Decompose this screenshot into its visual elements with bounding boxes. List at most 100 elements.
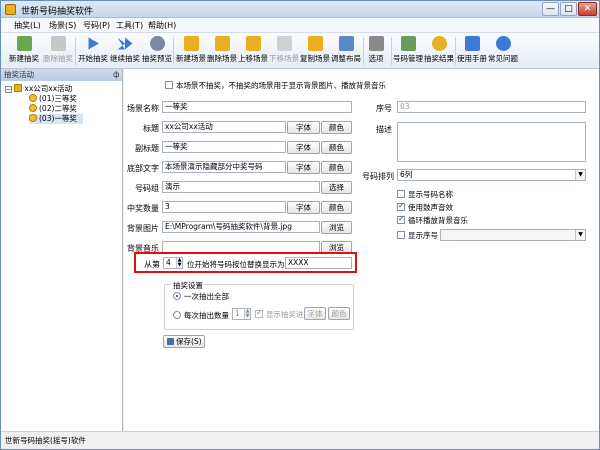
bg-image-input[interactable]: E:\MProgram\号码抽奖软件\背景.jpg — [162, 221, 320, 233]
footer-font-button[interactable]: 字体 — [287, 161, 320, 174]
each-count-value: 1 — [235, 309, 240, 318]
show-seq-checkbox[interactable] — [397, 231, 405, 239]
number-management-button[interactable]: 号码管理 — [393, 35, 423, 67]
move-down-scene-button[interactable]: 下移场景 — [269, 35, 299, 67]
title-color-button[interactable]: 颜色 — [321, 121, 352, 134]
menu-scene[interactable]: 场景(S) — [49, 20, 76, 31]
subtitle-label: 副标题 — [135, 144, 159, 153]
delete-lottery-button[interactable]: 删除抽奖 — [43, 35, 73, 67]
lottery-preview-button[interactable]: 抽奖预览 — [142, 35, 172, 67]
manual-label: 使用手册 — [457, 54, 487, 63]
maximize-button[interactable]: □ — [560, 2, 577, 16]
lottery-result-button[interactable]: 抽奖结果 — [424, 35, 454, 67]
save-button[interactable]: 保存(S) — [163, 335, 205, 348]
new-lottery-button[interactable]: 新建抽奖 — [9, 35, 39, 67]
new-scene-button[interactable]: 新建场景 — [176, 35, 206, 67]
show-progress-checkbox[interactable] — [255, 308, 263, 318]
activity-panel: 抽奖活动 ф − xx公司xx活动 (01)三等奖 (02)二等奖 (03)一等… — [1, 69, 123, 431]
arrange-select[interactable]: 6列 ▼ — [397, 169, 586, 181]
options-button[interactable]: 选项 — [365, 35, 387, 67]
delete-icon — [50, 36, 66, 51]
group-label: 号码组 — [135, 184, 159, 193]
subtitle-font-button[interactable]: 字体 — [287, 141, 320, 154]
footer-label: 底部文字 — [127, 164, 159, 173]
tree-root[interactable]: − xx公司xx活动 — [5, 84, 72, 94]
desc-textarea[interactable] — [397, 122, 586, 162]
adjust-layout-button[interactable]: 调整布局 — [331, 35, 361, 67]
close-button[interactable]: ✕ — [578, 2, 597, 16]
toolbar-separator — [173, 37, 174, 65]
count-color-button[interactable]: 颜色 — [321, 201, 352, 214]
menu-lottery[interactable]: 抽奖(L) — [14, 20, 41, 31]
no-lottery-checkbox[interactable] — [165, 81, 173, 89]
toolbar-separator — [455, 37, 456, 65]
from-position-stepper[interactable]: 4 ▲ ▼ — [163, 257, 183, 269]
from-label: 从第 — [144, 260, 160, 269]
number-mgmt-label: 号码管理 — [393, 54, 423, 63]
activity-icon — [14, 84, 23, 92]
menu-help[interactable]: 帮助(H) — [148, 20, 176, 31]
loop-music-checkbox[interactable] — [397, 214, 405, 224]
stepper-arrows-icon[interactable]: ▲ ▼ — [176, 258, 182, 268]
scene-icon — [29, 104, 37, 112]
footer-color-button[interactable]: 颜色 — [321, 161, 352, 174]
start-lottery-label: 开始抽奖 — [78, 54, 108, 63]
draw-all-radio[interactable] — [173, 292, 181, 300]
subtitle-color-button[interactable]: 颜色 — [321, 141, 352, 154]
new-lottery-icon — [16, 36, 32, 51]
pin-icon[interactable]: ф — [113, 69, 119, 81]
tree-item-label: (01)三等奖 — [39, 94, 77, 103]
move-up-scene-button[interactable]: 上移场景 — [238, 35, 268, 67]
collapse-icon[interactable]: − — [5, 86, 12, 93]
progress-font-button[interactable]: 字体 — [304, 307, 326, 320]
delete-scene-button[interactable]: 删除场景 — [207, 35, 237, 67]
show-name-checkbox[interactable] — [397, 190, 405, 198]
start-lottery-button[interactable]: 开始抽奖 — [78, 35, 108, 67]
tree-item-02[interactable]: (02)二等奖 — [29, 104, 77, 114]
group-input[interactable]: 演示 — [162, 181, 320, 193]
continue-lottery-button[interactable]: 继续抽奖 — [110, 35, 140, 67]
tree-item-03[interactable]: (03)一等奖 — [29, 114, 83, 124]
settings-group-title: 抽奖设置 — [171, 280, 205, 291]
toolbar-separator — [75, 37, 76, 65]
chevron-down-icon[interactable]: ▼ — [575, 170, 585, 180]
panel-title: 抽奖活动 — [4, 70, 34, 79]
title-bar[interactable]: 世新号码抽奖软件 — □ ✕ — [1, 1, 599, 18]
title-input[interactable]: xx公司xx活动 — [162, 121, 286, 133]
seq-style-select[interactable]: ▼ — [440, 229, 586, 241]
scene-form: 本场景不抽奖，不抽奖的场景用于显示背景图片、播放背景音乐 场景名称 一等奖 标题… — [124, 69, 599, 431]
menu-number[interactable]: 号码(P) — [83, 20, 110, 31]
bg-image-browse-button[interactable]: 浏览 — [321, 221, 352, 234]
options-label: 选项 — [368, 54, 384, 63]
each-count-stepper[interactable]: 1 ▲ ▼ — [232, 308, 251, 320]
group-select-button[interactable]: 选择 — [321, 181, 352, 194]
subtitle-input[interactable]: 一等奖 — [162, 141, 286, 153]
use-sound-label: 使用鼓声音效 — [408, 203, 453, 212]
seq-input[interactable]: 03 — [397, 101, 586, 113]
move-down-icon — [276, 36, 292, 51]
menu-tools[interactable]: 工具(T) — [116, 20, 143, 31]
minimize-button[interactable]: — — [542, 2, 559, 16]
replace-mask-input[interactable]: XXXX — [285, 257, 352, 269]
scene-icon — [29, 114, 37, 122]
title-font-button[interactable]: 字体 — [287, 121, 320, 134]
move-down-label: 下移场景 — [269, 54, 299, 63]
move-up-icon — [245, 36, 261, 51]
chevron-down-icon[interactable]: ▼ — [575, 230, 585, 240]
copy-scene-button[interactable]: 复制场景 — [300, 35, 330, 67]
stepper-arrows-icon[interactable]: ▲ ▼ — [244, 309, 250, 319]
count-input[interactable]: 3 — [162, 201, 286, 213]
from-position-value: 4 — [166, 258, 171, 267]
footer-input[interactable]: 本场景演示隐藏部分中奖号码 — [162, 161, 286, 173]
toolbar-separator — [363, 37, 364, 65]
scene-name-input[interactable]: 一等奖 — [162, 101, 352, 113]
move-up-label: 上移场景 — [238, 54, 268, 63]
faq-button[interactable]: 常见问题 — [488, 35, 518, 67]
progress-color-button[interactable]: 颜色 — [328, 307, 350, 320]
manual-button[interactable]: 使用手册 — [457, 35, 487, 67]
count-font-button[interactable]: 字体 — [287, 201, 320, 214]
tree-item-01[interactable]: (01)三等奖 — [29, 94, 77, 104]
use-sound-checkbox[interactable] — [397, 201, 405, 211]
draw-each-radio[interactable] — [173, 311, 181, 319]
scene-icon — [29, 94, 37, 102]
